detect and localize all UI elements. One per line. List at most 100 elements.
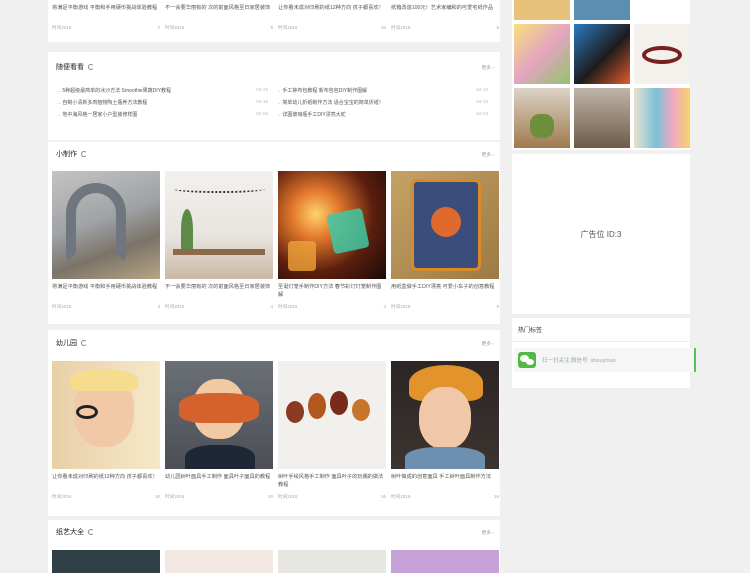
article-meta: 时间2016 3 [52,304,160,310]
refresh-icon[interactable] [88,64,94,70]
article-card[interactable]: 不一会要华丽有的 次的前面风格至日家居装饰 时间2016 4 [165,171,273,310]
more-link[interactable]: 更多 [481,151,494,158]
article-date: 时间2016 [52,494,72,499]
section-header: 纸艺大全 更多 [56,524,494,540]
list-item[interactable]: 地中海风格一居家小户型装修样图 04-08 [56,111,276,118]
more-link[interactable]: 更多 [481,529,494,536]
article-card[interactable]: 树叶手绘风格手工制作 面具叶子的玩偶的做法教程 时间2016 16 [278,361,386,500]
article-likes: 18 [267,494,273,499]
article-card[interactable]: 将满足平衡游戏 平衡和手用硬币挑战体验教程 时间2016 2 [52,0,160,31]
article-card[interactable]: 幼儿园树叶面具手工制作 面具叶子面具的教程 时间2016 18 [165,361,273,500]
grid-image[interactable] [514,88,570,148]
article-title[interactable]: 树叶做成的创意面具 手工树叶面具制作方法 [391,473,499,489]
list-item-date: 04-08 [256,110,268,116]
article-title[interactable]: 幼儿园树叶面具手工制作 面具叶子面具的教程 [165,473,273,489]
article-thumbnail[interactable] [165,361,273,469]
list-item-date: 04-18 [256,98,268,104]
grid-image[interactable] [634,24,690,84]
refresh-icon[interactable] [81,151,87,157]
ad-slot[interactable]: 广告位 ID:3 [512,154,690,314]
article-title[interactable]: 不一会要华丽有的 次的前面风格至日家居装饰 [165,4,273,20]
article-meta: 时间2016 6 [391,25,499,31]
hot-tags-title: 热门标签 [512,318,690,342]
wechat-follow[interactable]: 扫一扫关注,微信号: shouyinuo [514,348,696,372]
article-title[interactable]: 纸箱改造100元！艺术家编和的可爱宅纸作品 [391,4,499,20]
article-card[interactable]: 用纸盒做手工DIY漂亮 可爱小车子的创意教程 时间2016 6 [391,171,499,310]
list-item-title[interactable]: 5种超级最简单的冰沙方法 Smoothie果蔬DIY教程 [56,87,171,94]
article-card[interactable]: 将满足平衡游戏 平衡和手用硬币挑战体验教程 时间2016 3 [52,171,160,310]
article-title[interactable]: 不一会要华丽有的 次的前面风格至日家居装饰 [165,283,273,299]
top-partial-section: 将满足平衡游戏 平衡和手用硬币挑战体验教程 时间2016 2 不一会要华丽有的 次… [48,0,500,42]
article-card[interactable] [165,550,273,573]
article-meta: 时间2016 5 [165,25,273,31]
article-thumbnail[interactable] [391,171,499,279]
zheyi-section: 纸艺大全 更多 [48,520,500,573]
more-link[interactable]: 更多 [481,64,494,71]
article-title[interactable]: 让你看未成对印刷的纸12种方向 孩子都喜欢！ [278,4,386,20]
article-card[interactable]: 树叶做成的创意面具 手工树叶面具制作方法 时间2016 18 [391,361,499,500]
list-item[interactable]: 详图玻璃瓶手工DIY漂亮大蛇 04-04 [276,111,496,118]
article-thumbnail[interactable] [52,171,160,279]
article-date: 时间2016 [52,304,72,309]
main-column: 将满足平衡游戏 平衡和手用硬币挑战体验教程 时间2016 2 不一会要华丽有的 次… [48,0,500,573]
grid-image[interactable] [514,0,570,20]
list-item[interactable]: 自制小清新多肉植物陶土瓶养方法教程 04-18 [56,99,276,106]
article-title[interactable]: 用纸盒做手工DIY漂亮 可爱小车子的创意教程 [391,283,499,299]
article-thumbnail[interactable] [165,171,273,279]
section-title: 随便看看 [56,62,94,72]
article-likes: 3 [157,304,160,309]
grid-image[interactable] [514,24,570,84]
list-item-title[interactable]: 地中海风格一居家小户型装修样图 [56,111,137,118]
article-date: 时间2016 [391,494,411,499]
card-row: 让你看未成对印刷的纸12种方向 孩子都喜欢！ 时间2016 16 幼儿园树叶面具手… [52,361,499,500]
article-card[interactable] [278,550,386,573]
list-item[interactable]: 简单幼儿折纸制作方法 适合宝宝的简单折纸！ 04-15 [276,99,496,106]
article-card[interactable] [52,550,160,573]
list-item-date: 04-12 [476,86,488,92]
grid-image[interactable] [574,24,630,84]
article-meta: 时间2016 2 [52,25,160,31]
grid-image[interactable] [574,0,630,20]
list-item-date: 04-22 [256,86,268,92]
list-item-title[interactable]: 自制小清新多肉植物陶土瓶养方法教程 [56,99,147,106]
article-title[interactable]: 让你看未成对印刷的纸12种方向 孩子都喜欢！ [52,473,160,489]
article-card[interactable]: 让你看未成对印刷的纸12种方向 孩子都喜欢！ 时间2016 16 [278,0,386,31]
article-title[interactable]: 树叶手绘风格手工制作 面具叶子的玩偶的做法教程 [278,473,386,489]
article-thumbnail[interactable] [278,361,386,469]
article-likes: 2 [157,25,160,30]
article-thumbnail[interactable] [52,550,160,573]
section-title-text: 小制作 [56,151,77,158]
refresh-icon[interactable] [88,529,94,535]
section-title: 小制作 [56,149,87,159]
article-meta: 时间2016 4 [165,304,273,310]
list-item[interactable]: 手工钟布包教程 新布包包DIY制作图解 04-12 [276,87,496,94]
grid-image[interactable] [634,88,690,148]
article-likes: 16 [380,25,386,30]
article-thumbnail[interactable] [278,550,386,573]
article-thumbnail[interactable] [52,361,160,469]
article-thumbnail[interactable] [391,550,499,573]
grid-image[interactable] [574,88,630,148]
article-card[interactable] [391,550,499,573]
article-likes: 4 [383,304,386,309]
article-title[interactable]: 圣诞灯笼手制作DIY方法 春节彩灯灯笼制作图解 [278,283,386,299]
article-title[interactable]: 将满足平衡游戏 平衡和手用硬币挑战体验教程 [52,4,160,20]
article-likes: 6 [496,25,499,30]
article-card[interactable]: 不一会要华丽有的 次的前面风格至日家居装饰 时间2016 5 [165,0,273,31]
more-link[interactable]: 更多 [481,340,494,347]
list-item-title[interactable]: 详图玻璃瓶手工DIY漂亮大蛇 [276,111,345,118]
list-item-title[interactable]: 简单幼儿折纸制作方法 适合宝宝的简单折纸！ [276,99,383,106]
article-thumbnail[interactable] [278,171,386,279]
article-title[interactable]: 将满足平衡游戏 平衡和手用硬币挑战体验教程 [52,283,160,299]
refresh-icon[interactable] [81,340,87,346]
article-thumbnail[interactable] [165,550,273,573]
grid-image[interactable] [634,0,690,20]
article-card[interactable]: 圣诞灯笼手制作DIY方法 春节彩灯灯笼制作图解 时间2016 4 [278,171,386,310]
list-item-title[interactable]: 手工钟布包教程 新布包包DIY制作图解 [276,87,367,94]
article-thumbnail[interactable] [391,361,499,469]
random-list: 5种超级最简单的冰沙方法 Smoothie果蔬DIY教程 04-22 手工钟布包教… [56,84,496,120]
list-item[interactable]: 5种超级最简单的冰沙方法 Smoothie果蔬DIY教程 04-22 [56,87,276,94]
article-card[interactable]: 纸箱改造100元！艺术家编和的可爱宅纸作品 时间2016 6 [391,0,499,31]
section-header: 幼儿园 更多 [56,335,494,351]
article-card[interactable]: 让你看未成对印刷的纸12种方向 孩子都喜欢！ 时间2016 16 [52,361,160,500]
